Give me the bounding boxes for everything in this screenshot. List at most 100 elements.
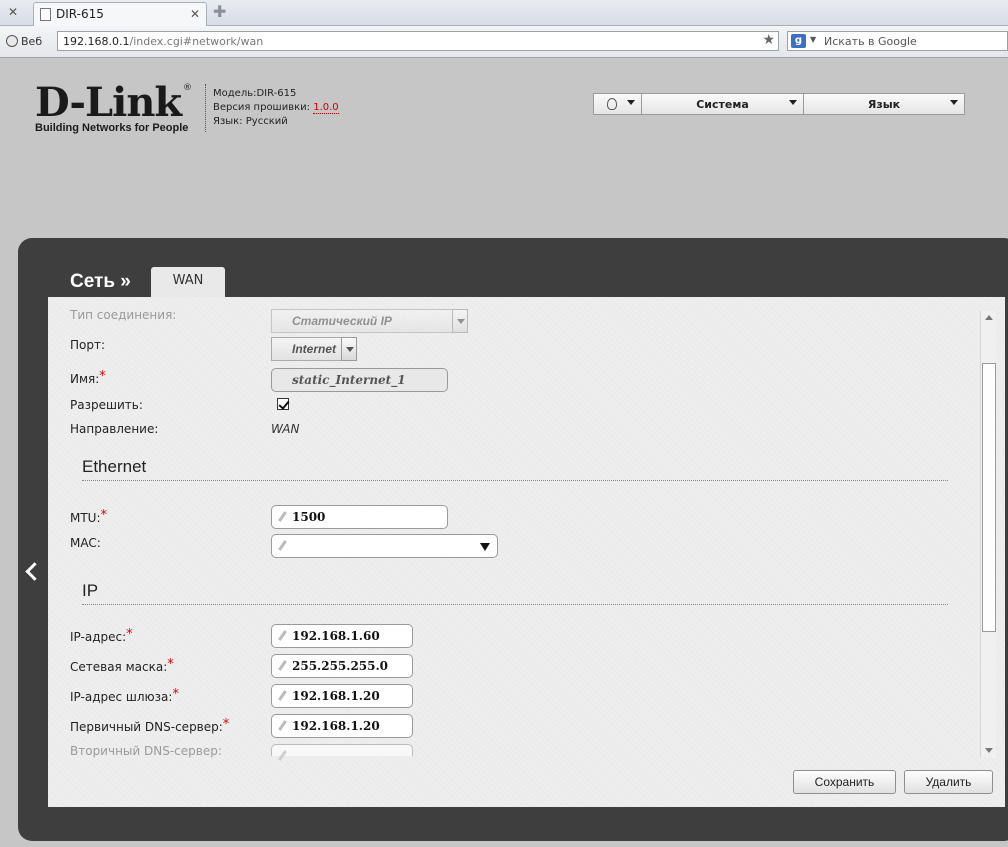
pencil-icon (277, 660, 287, 672)
language-menu-label: Язык (867, 97, 901, 111)
firmware-label: Версия прошивки: (213, 102, 311, 113)
chevron-down-icon (950, 100, 958, 105)
save-button[interactable]: Сохранить (793, 770, 896, 794)
scroll-down-icon[interactable] (981, 744, 997, 758)
browser-tab[interactable]: DIR-615 ✕ (33, 2, 207, 26)
search-placeholder: Искать в Google (824, 35, 917, 48)
back-arrow-icon[interactable] (25, 563, 43, 583)
scrollbar[interactable] (980, 311, 996, 758)
required-mark: * (126, 627, 133, 642)
gateway-value: 192.168.1.20 (292, 689, 380, 703)
mtu-label-text: MTU: (70, 511, 101, 525)
port-select[interactable]: Internet (271, 337, 357, 361)
mtu-field[interactable]: 1500 (271, 505, 448, 529)
required-mark: * (167, 657, 174, 672)
dns1-value: 192.168.1.20 (292, 719, 380, 733)
required-mark: * (222, 717, 230, 732)
firmware-link[interactable]: 1.0.0 (313, 102, 339, 114)
section-ethernet: Ethernet (82, 457, 948, 481)
language-menu[interactable]: Язык (804, 93, 965, 115)
logo-tagline: Building Networks for People (35, 122, 189, 134)
language-label: Язык: (213, 116, 243, 127)
required-mark: * (172, 687, 179, 702)
chevron-down-icon (789, 100, 797, 105)
dns1-label: Первичный DNS-сервер:* (70, 717, 270, 734)
model-value: DIR-615 (256, 88, 297, 99)
mtu-label: MTU:* (70, 508, 270, 525)
pencil-icon (277, 750, 287, 762)
netmask-field[interactable]: 255.255.255.0 (271, 654, 413, 678)
direction-value: WAN (271, 422, 300, 436)
dlink-logo: D-Link ® Building Networks for People (35, 83, 195, 135)
gateway-label: IP-адрес шлюза:* (70, 687, 270, 704)
chevron-down-icon (452, 309, 468, 333)
site-identity-label: Веб (21, 35, 43, 48)
google-icon[interactable]: g (791, 34, 806, 48)
site-identity[interactable]: Веб (6, 35, 42, 48)
dns1-label-text: Первичный DNS-сервер: (70, 720, 223, 734)
mac-label: MAC: (70, 536, 101, 550)
form-area: Тип соединения: Статический IP Порт: Int… (48, 297, 1005, 807)
enable-checkbox[interactable] (277, 398, 289, 410)
tab-wan[interactable]: WAN (151, 267, 225, 299)
ip-address-field[interactable]: 192.168.1.60 (271, 624, 413, 648)
port-value: Internet (292, 342, 337, 356)
lightbulb-icon (607, 98, 617, 110)
scrollbar-thumb[interactable] (982, 363, 996, 632)
dns1-field[interactable]: 192.168.1.20 (271, 714, 413, 738)
document-icon (40, 8, 51, 21)
direction-label: Направление: (70, 422, 159, 436)
scroll-up-icon[interactable] (981, 311, 997, 325)
ip-address-label: IP-адрес:* (70, 627, 270, 644)
enable-label: Разрешить: (70, 398, 143, 412)
mtu-value: 1500 (292, 510, 326, 524)
logo-text: D-Link (35, 79, 182, 126)
netmask-label: Сетевая маска:* (70, 657, 270, 674)
chevron-down-icon[interactable] (480, 543, 490, 551)
name-label-text: Имя: (70, 372, 100, 386)
close-tab-icon[interactable]: ✕ (190, 7, 200, 21)
port-label: Порт: (70, 338, 106, 352)
model-label: Модель: (213, 88, 257, 99)
netmask-value: 255.255.255.0 (292, 659, 389, 673)
connection-type-label: Тип соединения: (70, 308, 177, 322)
dns2-field[interactable] (271, 744, 413, 756)
close-icon[interactable]: ✕ (8, 5, 18, 19)
connection-type-select[interactable]: Статический IP (271, 309, 468, 333)
chevron-down-icon (627, 100, 635, 105)
pencil-icon (277, 511, 287, 523)
name-field[interactable]: static_Internet_1 (271, 368, 448, 392)
required-mark: * (100, 508, 108, 523)
url-path: /index.cgi#network/wan (129, 35, 264, 48)
connection-type-value: Статический IP (292, 314, 392, 328)
device-info: Модель:DIR-615 Версия прошивки: 1.0.0 Яз… (213, 87, 339, 129)
pencil-icon (277, 540, 287, 552)
breadcrumb[interactable]: Сеть » (70, 271, 131, 293)
hints-menu[interactable] (593, 93, 642, 115)
chevron-down-icon (341, 337, 357, 361)
dns2-label: Вторичный DNS-сервер: (70, 744, 222, 758)
divider (205, 84, 206, 132)
delete-button[interactable]: Удалить (904, 770, 993, 794)
top-menu: Система Язык (593, 93, 965, 115)
search-input[interactable]: g ▼ Искать в Google (787, 31, 1008, 51)
name-label: Имя:* (70, 369, 270, 386)
bookmark-star-icon[interactable]: ★ (762, 32, 775, 48)
name-value: static_Internet_1 (292, 373, 406, 387)
url-input[interactable]: 192.168.0.1/index.cgi#network/wan ★ (57, 31, 779, 51)
ip-address-value: 192.168.1.60 (292, 629, 380, 643)
mac-combobox[interactable] (271, 534, 498, 558)
new-tab-icon[interactable]: ✚ (213, 2, 226, 21)
globe-icon (6, 35, 18, 47)
section-ip: IP (82, 581, 948, 605)
browser-tab-bar: ✕ DIR-615 ✕ ✚ (0, 0, 1008, 26)
netmask-label-text: Сетевая маска: (70, 660, 168, 674)
ip-address-label-text: IP-адрес: (70, 630, 127, 644)
gateway-field[interactable]: 192.168.1.20 (271, 684, 413, 708)
system-menu[interactable]: Система (642, 93, 804, 115)
chevron-down-icon[interactable]: ▼ (810, 35, 816, 44)
language-value: Русский (245, 116, 288, 127)
pencil-icon (277, 630, 287, 642)
pencil-icon (277, 720, 287, 732)
tab-title: DIR-615 (56, 7, 104, 21)
